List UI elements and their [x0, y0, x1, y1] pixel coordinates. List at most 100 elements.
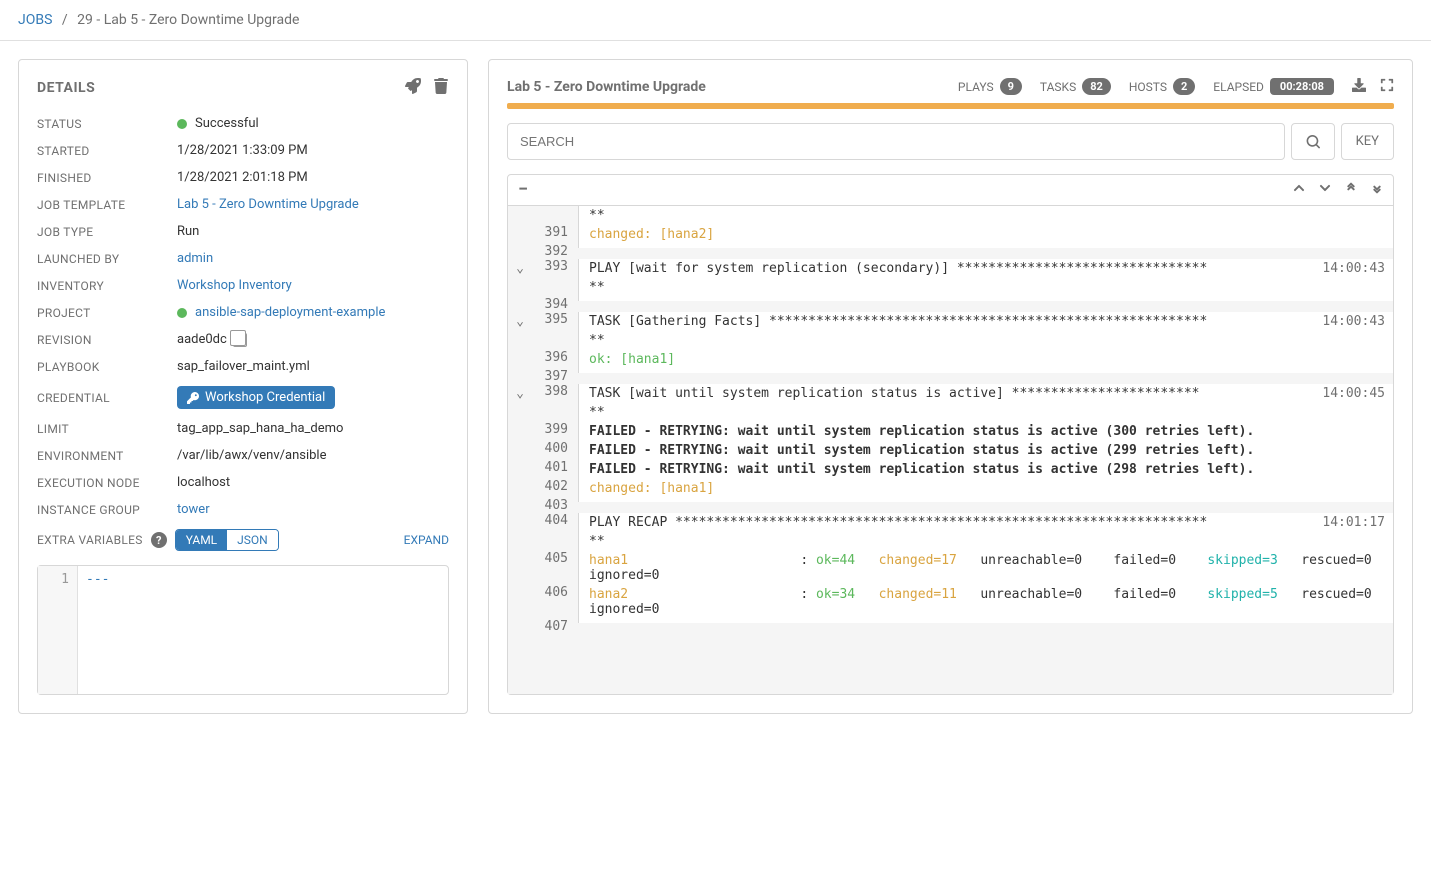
console-line[interactable]: 399FAILED - RETRYING: wait until system …	[508, 422, 1393, 441]
line-expand-icon	[508, 403, 532, 405]
value-instance-group[interactable]: tower	[177, 502, 449, 517]
output-title: Lab 5 - Zero Downtime Upgrade	[507, 79, 706, 95]
value-job-type: Run	[177, 224, 449, 239]
line-number: 397	[532, 369, 578, 384]
scroll-top-icon[interactable]	[1345, 182, 1357, 198]
line-text: ok: [hana1]	[589, 352, 1385, 367]
line-expand-icon	[508, 422, 532, 424]
console-line[interactable]: 397	[508, 369, 1393, 384]
line-number: 394	[532, 297, 578, 312]
key-button[interactable]: KEY	[1341, 123, 1394, 160]
console-line[interactable]: 396ok: [hana1]	[508, 350, 1393, 369]
value-inventory[interactable]: Workshop Inventory	[177, 278, 449, 293]
line-timestamp: 14:01:17	[1306, 515, 1385, 530]
label-playbook: PLAYBOOK	[37, 360, 177, 374]
line-timestamp: 14:00:43	[1306, 261, 1385, 276]
label-finished: FINISHED	[37, 171, 177, 185]
console-line[interactable]: **	[508, 278, 1393, 297]
line-expand-icon	[508, 278, 532, 280]
scroll-down-icon[interactable]	[1319, 182, 1331, 198]
line-expand-icon	[508, 532, 532, 534]
line-expand-icon	[508, 498, 532, 500]
value-playbook: sap_failover_maint.yml	[177, 359, 449, 374]
line-number: 392	[532, 244, 578, 259]
delete-icon[interactable]	[433, 78, 449, 98]
line-expand-icon	[508, 479, 532, 481]
console-line[interactable]: ⌄393PLAY [wait for system replication (s…	[508, 259, 1393, 278]
line-text: **	[589, 208, 1385, 223]
elapsed-stat: ELAPSED00:28:08	[1213, 78, 1334, 95]
expand-link[interactable]: EXPAND	[404, 533, 449, 547]
label-started: STARTED	[37, 144, 177, 158]
help-icon[interactable]: ?	[151, 532, 167, 548]
search-input[interactable]	[507, 123, 1285, 160]
details-heading: DETAILS	[37, 80, 95, 96]
value-revision: aade0dc	[177, 332, 449, 347]
search-button[interactable]	[1291, 123, 1335, 160]
console-line[interactable]: **	[508, 532, 1393, 551]
code-gutter: 1	[38, 566, 78, 694]
line-number: 404	[532, 513, 578, 528]
console-line[interactable]: **	[508, 206, 1393, 225]
line-expand-icon[interactable]: ⌄	[508, 259, 532, 276]
label-limit: LIMIT	[37, 422, 177, 436]
console: − ** 391changed: [hana2]392⌄393PLAY [wait…	[507, 174, 1394, 695]
hosts-stat: HOSTS2	[1129, 78, 1195, 95]
console-line[interactable]: 404 PLAY RECAP **************************…	[508, 513, 1393, 532]
format-toggle[interactable]: YAML JSON	[175, 529, 279, 551]
console-line[interactable]: 405hana1 : ok=44 changed=17 unreachable=…	[508, 551, 1393, 585]
download-icon[interactable]	[1352, 78, 1366, 95]
line-expand-icon[interactable]: ⌄	[508, 312, 532, 329]
console-line[interactable]: ⌄395TASK [Gathering Facts] *************…	[508, 312, 1393, 331]
console-line[interactable]: 391changed: [hana2]	[508, 225, 1393, 244]
label-job-template: JOB TEMPLATE	[37, 198, 177, 212]
console-line[interactable]: 400FAILED - RETRYING: wait until system …	[508, 441, 1393, 460]
line-expand-icon	[508, 350, 532, 352]
line-text: **	[589, 333, 1385, 348]
line-expand-icon	[508, 206, 532, 208]
label-revision: REVISION	[37, 333, 177, 347]
console-line[interactable]: 401FAILED - RETRYING: wait until system …	[508, 460, 1393, 479]
copy-icon[interactable]	[233, 333, 247, 347]
progress-bar	[507, 103, 1394, 109]
scroll-bottom-icon[interactable]	[1371, 182, 1383, 198]
value-environment: /var/lib/awx/venv/ansible	[177, 448, 449, 463]
console-line[interactable]: **	[508, 331, 1393, 350]
line-expand-icon	[508, 244, 532, 246]
line-number: 407	[532, 619, 578, 634]
toggle-yaml[interactable]: YAML	[176, 530, 227, 550]
line-expand-icon	[508, 619, 532, 621]
console-line[interactable]: 402changed: [hana1]	[508, 479, 1393, 498]
console-line[interactable]: ⌄398TASK [wait until system replication …	[508, 384, 1393, 403]
toggle-json[interactable]: JSON	[227, 530, 278, 550]
console-line[interactable]: 392	[508, 244, 1393, 259]
line-text: PLAY RECAP *****************************…	[589, 515, 1306, 530]
relaunch-icon[interactable]	[405, 78, 421, 98]
value-project[interactable]: ansible-sap-deployment-example	[177, 305, 449, 320]
line-number: 406	[532, 585, 578, 600]
scroll-up-icon[interactable]	[1293, 182, 1305, 198]
console-line[interactable]: 394	[508, 297, 1393, 312]
line-number: 393	[532, 259, 578, 274]
value-launched-by[interactable]: admin	[177, 251, 449, 266]
value-job-template[interactable]: Lab 5 - Zero Downtime Upgrade	[177, 197, 449, 212]
credential-badge[interactable]: Workshop Credential	[177, 386, 335, 409]
line-expand-icon[interactable]: ⌄	[508, 384, 532, 401]
console-line[interactable]: 406hana2 : ok=34 changed=11 unreachable=…	[508, 585, 1393, 619]
extra-vars-editor[interactable]: 1 ---	[37, 565, 449, 695]
console-body[interactable]: ** 391changed: [hana2]392⌄393PLAY [wait f…	[508, 206, 1393, 694]
line-expand-icon	[508, 297, 532, 299]
line-expand-icon	[508, 225, 532, 227]
console-line[interactable]: 407	[508, 619, 1393, 634]
console-line[interactable]: 403	[508, 498, 1393, 513]
console-line[interactable]: **	[508, 403, 1393, 422]
project-status-icon	[177, 308, 187, 318]
line-text: changed: [hana2]	[589, 227, 1385, 242]
line-text: FAILED - RETRYING: wait until system rep…	[589, 424, 1385, 439]
breadcrumb-root[interactable]: JOBS	[18, 12, 52, 28]
label-extra-vars: EXTRA VARIABLES	[37, 533, 143, 547]
line-text: TASK [Gathering Facts] *****************…	[589, 314, 1306, 329]
collapse-all-icon[interactable]: −	[518, 179, 528, 200]
label-project: PROJECT	[37, 306, 177, 320]
expand-output-icon[interactable]	[1380, 78, 1394, 95]
